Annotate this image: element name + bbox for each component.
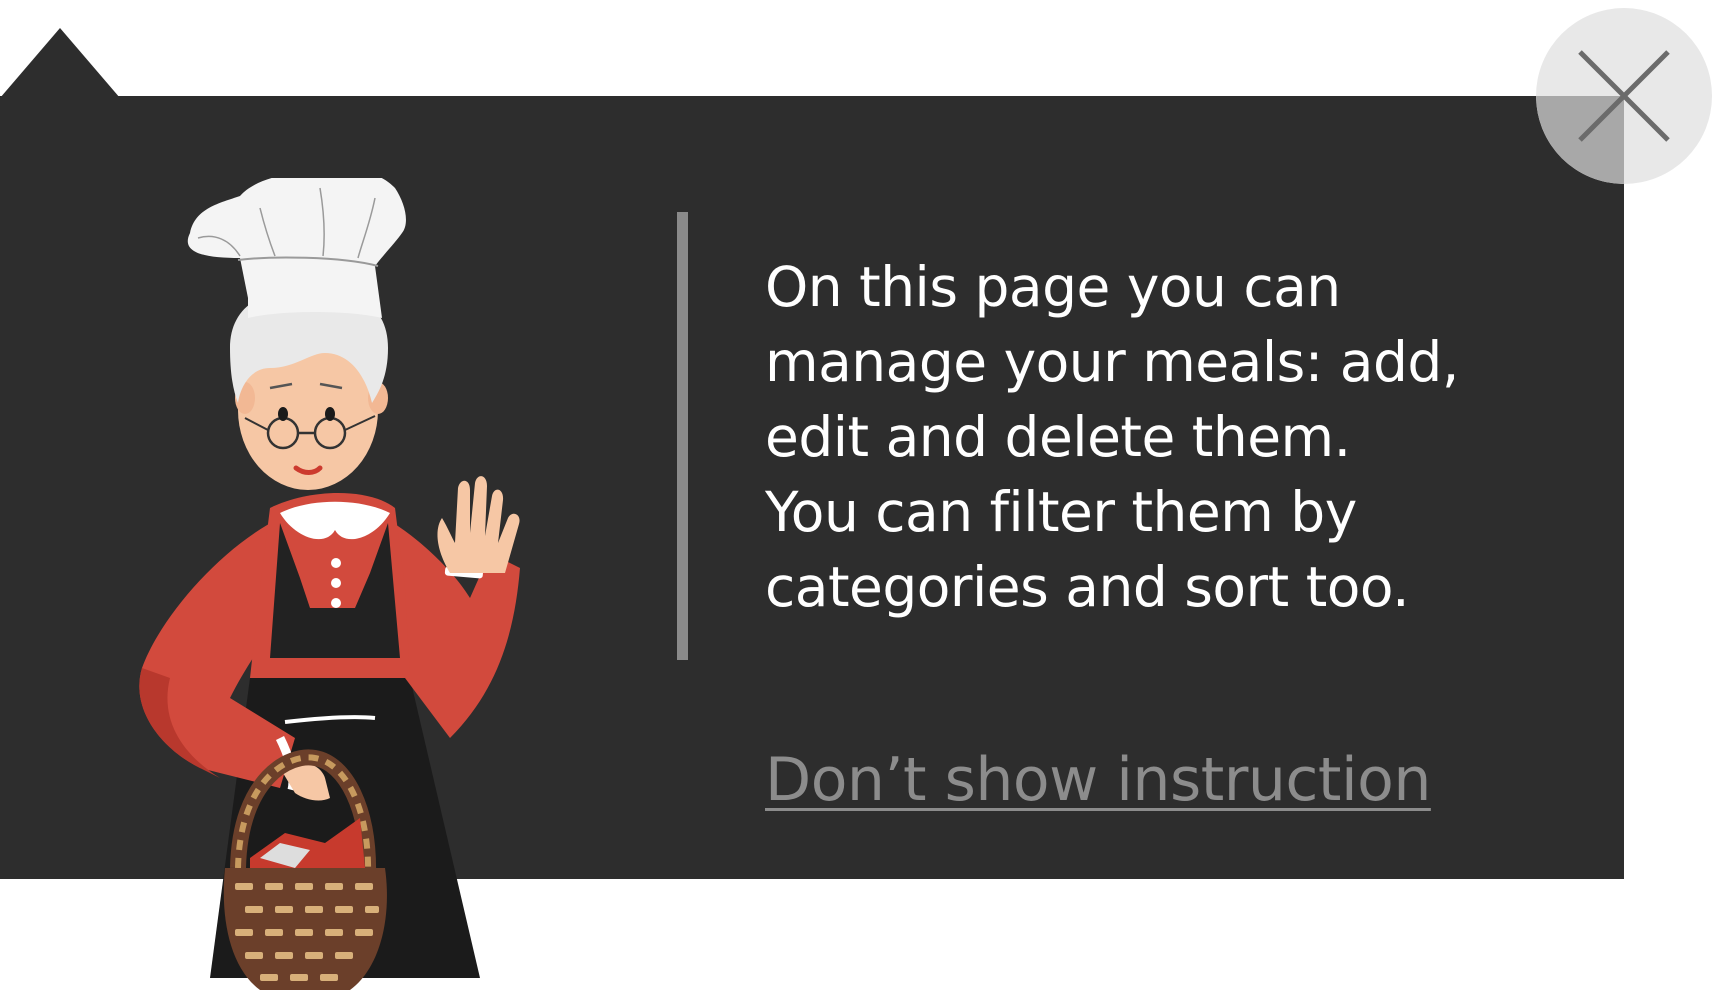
close-button[interactable]	[1536, 8, 1712, 184]
vertical-divider	[677, 212, 688, 660]
dont-show-instruction-link[interactable]: Don’t show instruction	[765, 742, 1431, 818]
tooltip-pointer	[0, 28, 120, 98]
instruction-overlay: On this page you can manage your meals: …	[0, 0, 1712, 996]
chef-grandma-illustration	[139, 178, 520, 990]
instruction-message: On this page you can manage your meals: …	[765, 255, 1459, 619]
close-icon	[1536, 50, 1670, 184]
